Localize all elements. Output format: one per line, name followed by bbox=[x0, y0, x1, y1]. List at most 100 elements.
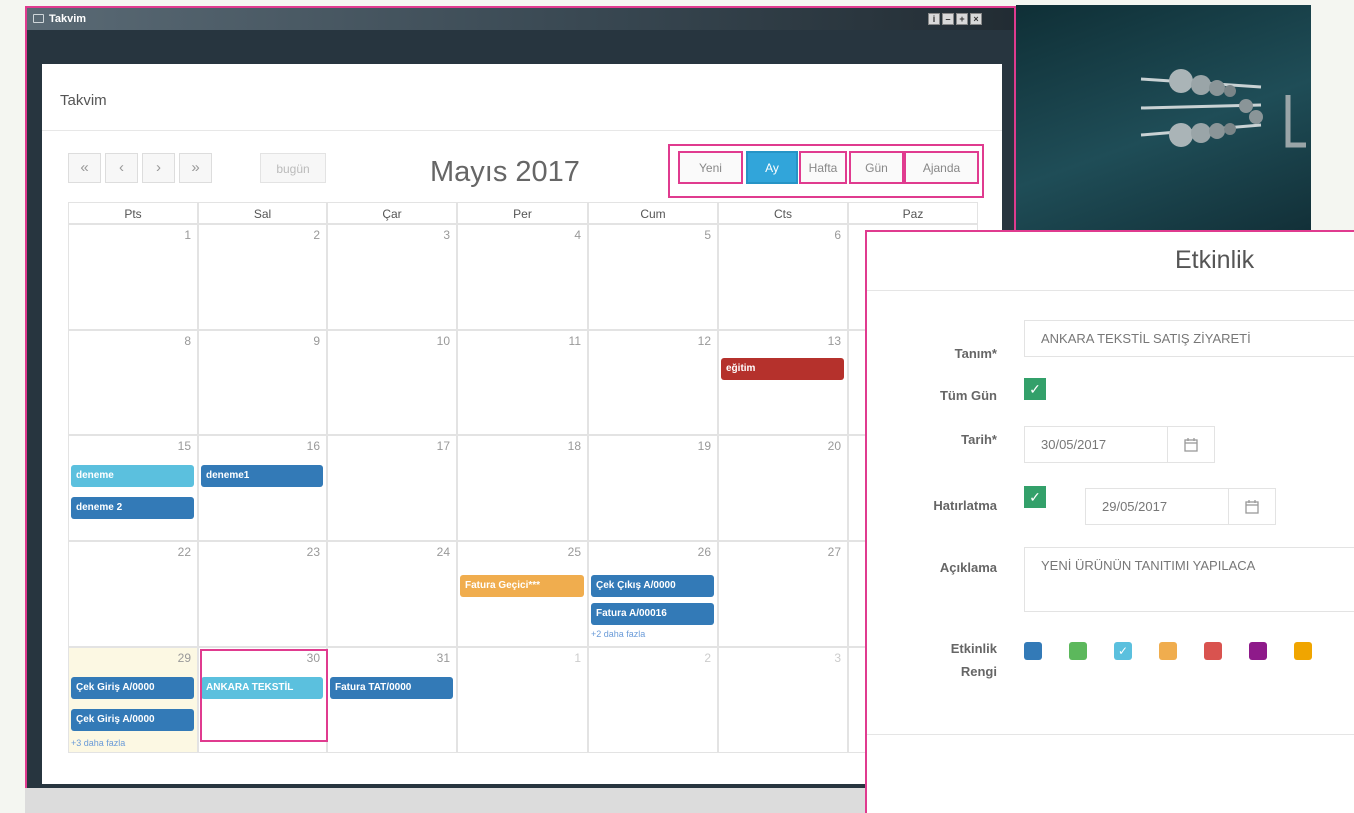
calendar-event[interactable]: Fatura A/00016 bbox=[591, 603, 714, 625]
calendar-event[interactable]: Çek Çıkış A/0000 bbox=[591, 575, 714, 597]
info-button[interactable]: i bbox=[928, 13, 940, 25]
day-cell[interactable]: 12 bbox=[588, 330, 718, 435]
all-day-checkbox[interactable]: ✓ bbox=[1024, 378, 1046, 400]
day-cell[interactable]: 18 bbox=[457, 435, 588, 541]
date-picker-button[interactable] bbox=[1167, 426, 1215, 463]
day-cell[interactable]: 3 bbox=[327, 224, 457, 330]
day-cell[interactable]: 2 bbox=[588, 647, 718, 753]
day-number: 13 bbox=[827, 334, 841, 348]
calendar-title: Mayıs 2017 bbox=[430, 156, 580, 188]
event-modal: Etkinlik Tanım* ANKARA TEKSTİL SATIŞ ZİY… bbox=[865, 230, 1354, 813]
day-cell[interactable]: 11 bbox=[457, 330, 588, 435]
day-cell[interactable]: 3 bbox=[718, 647, 848, 753]
color-swatch[interactable] bbox=[1294, 642, 1312, 660]
minimize-button[interactable]: – bbox=[942, 13, 954, 25]
day-number: 22 bbox=[177, 545, 191, 559]
day-number: 17 bbox=[436, 439, 450, 453]
reminder-checkbox[interactable]: ✓ bbox=[1024, 486, 1046, 508]
day-number: 20 bbox=[827, 439, 841, 453]
day-cell[interactable]: 1 bbox=[68, 224, 198, 330]
color-swatch[interactable] bbox=[1204, 642, 1222, 660]
check-icon: ✓ bbox=[1029, 489, 1041, 505]
label-all-day: Tüm Gün bbox=[939, 388, 997, 403]
divider bbox=[42, 130, 1002, 131]
day-header-5: Cts bbox=[718, 202, 848, 224]
color-swatch[interactable]: ✓ bbox=[1114, 642, 1132, 660]
check-icon: ✓ bbox=[1029, 381, 1041, 397]
date-input[interactable]: 30/05/2017 bbox=[1024, 426, 1168, 463]
calendar-event[interactable]: deneme1 bbox=[201, 465, 323, 487]
prev-button[interactable]: ‹ bbox=[105, 153, 138, 183]
definition-input[interactable]: ANKARA TEKSTİL SATIŞ ZİYARETİ bbox=[1024, 320, 1354, 357]
day-cell[interactable]: 15 bbox=[68, 435, 198, 541]
day-header-4: Cum bbox=[588, 202, 718, 224]
day-cell[interactable]: 31 bbox=[327, 647, 457, 753]
day-number: 5 bbox=[704, 228, 711, 242]
panel-title: Takvim bbox=[60, 92, 107, 109]
day-number: 26 bbox=[697, 545, 711, 559]
new-button[interactable]: Yeni bbox=[678, 151, 743, 184]
calendar-event[interactable]: deneme 2 bbox=[71, 497, 194, 519]
abacus-logo bbox=[1140, 69, 1306, 148]
day-cell[interactable]: 23 bbox=[198, 541, 327, 647]
day-cell[interactable]: 8 bbox=[68, 330, 198, 435]
close-button[interactable]: × bbox=[970, 13, 982, 25]
calendar-event[interactable]: Çek Giriş A/0000 bbox=[71, 709, 194, 731]
calendar-event[interactable]: eğitim bbox=[721, 358, 844, 380]
day-number: 9 bbox=[313, 334, 320, 348]
day-cell[interactable]: 27 bbox=[718, 541, 848, 647]
label-reminder: Hatırlatma bbox=[933, 498, 997, 513]
day-view-button[interactable]: Gün bbox=[849, 151, 904, 184]
calendar-icon bbox=[1184, 438, 1198, 452]
day-cell[interactable]: 17 bbox=[327, 435, 457, 541]
calendar-event[interactable]: Fatura Geçici*** bbox=[460, 575, 584, 597]
next-year-button[interactable]: » bbox=[179, 153, 212, 183]
color-swatch[interactable] bbox=[1159, 642, 1177, 660]
day-cell[interactable]: 13 bbox=[718, 330, 848, 435]
day-cell[interactable]: 4 bbox=[457, 224, 588, 330]
day-cell[interactable]: 5 bbox=[588, 224, 718, 330]
day-cell[interactable]: 20 bbox=[718, 435, 848, 541]
day-cell[interactable]: 2 bbox=[198, 224, 327, 330]
modal-title: Etkinlik bbox=[1175, 246, 1255, 274]
description-textarea[interactable]: YENİ ÜRÜNÜN TANITIMI YAPILACA bbox=[1024, 547, 1354, 612]
reminder-date-input[interactable]: 29/05/2017 bbox=[1085, 488, 1229, 525]
day-number: 2 bbox=[704, 651, 711, 665]
week-view-button[interactable]: Hafta bbox=[799, 151, 847, 184]
calendar-event[interactable]: deneme bbox=[71, 465, 194, 487]
day-cell[interactable]: 24 bbox=[327, 541, 457, 647]
divider bbox=[867, 734, 1354, 735]
day-number: 27 bbox=[827, 545, 841, 559]
calendar-event[interactable]: Çek Giriş A/0000 bbox=[71, 677, 194, 699]
label-definition: Tanım* bbox=[954, 346, 997, 361]
next-button[interactable]: › bbox=[142, 153, 175, 183]
day-cell[interactable]: 16 bbox=[198, 435, 327, 541]
day-cell[interactable]: 10 bbox=[327, 330, 457, 435]
color-swatch[interactable] bbox=[1069, 642, 1087, 660]
day-cell[interactable]: 1 bbox=[457, 647, 588, 753]
day-cell[interactable]: 9 bbox=[198, 330, 327, 435]
label-description: Açıklama bbox=[939, 560, 997, 575]
today-button[interactable]: bugün bbox=[260, 153, 326, 183]
more-events-link[interactable]: +3 daha fazla bbox=[71, 738, 125, 748]
label-date: Tarih* bbox=[961, 432, 997, 447]
calendar-event[interactable]: Fatura TAT/0000 bbox=[330, 677, 453, 699]
day-number: 18 bbox=[567, 439, 581, 453]
day-number: 12 bbox=[697, 334, 711, 348]
maximize-button[interactable]: + bbox=[956, 13, 968, 25]
month-view-button[interactable]: Ay bbox=[746, 151, 798, 184]
day-cell[interactable]: 19 bbox=[588, 435, 718, 541]
color-swatch[interactable] bbox=[1249, 642, 1267, 660]
prev-year-button[interactable]: « bbox=[68, 153, 101, 183]
reminder-date-picker-button[interactable] bbox=[1228, 488, 1276, 525]
color-swatch[interactable] bbox=[1024, 642, 1042, 660]
day-number: 29 bbox=[177, 651, 191, 665]
more-events-link[interactable]: +2 daha fazla bbox=[591, 629, 645, 639]
calendar-icon bbox=[1245, 500, 1259, 514]
day-header-2: Çar bbox=[327, 202, 457, 224]
window-titlebar[interactable]: Takvim bbox=[27, 8, 1014, 30]
day-number: 11 bbox=[568, 334, 581, 348]
day-cell[interactable]: 22 bbox=[68, 541, 198, 647]
day-cell[interactable]: 6 bbox=[718, 224, 848, 330]
agenda-view-button[interactable]: Ajanda bbox=[904, 151, 979, 184]
